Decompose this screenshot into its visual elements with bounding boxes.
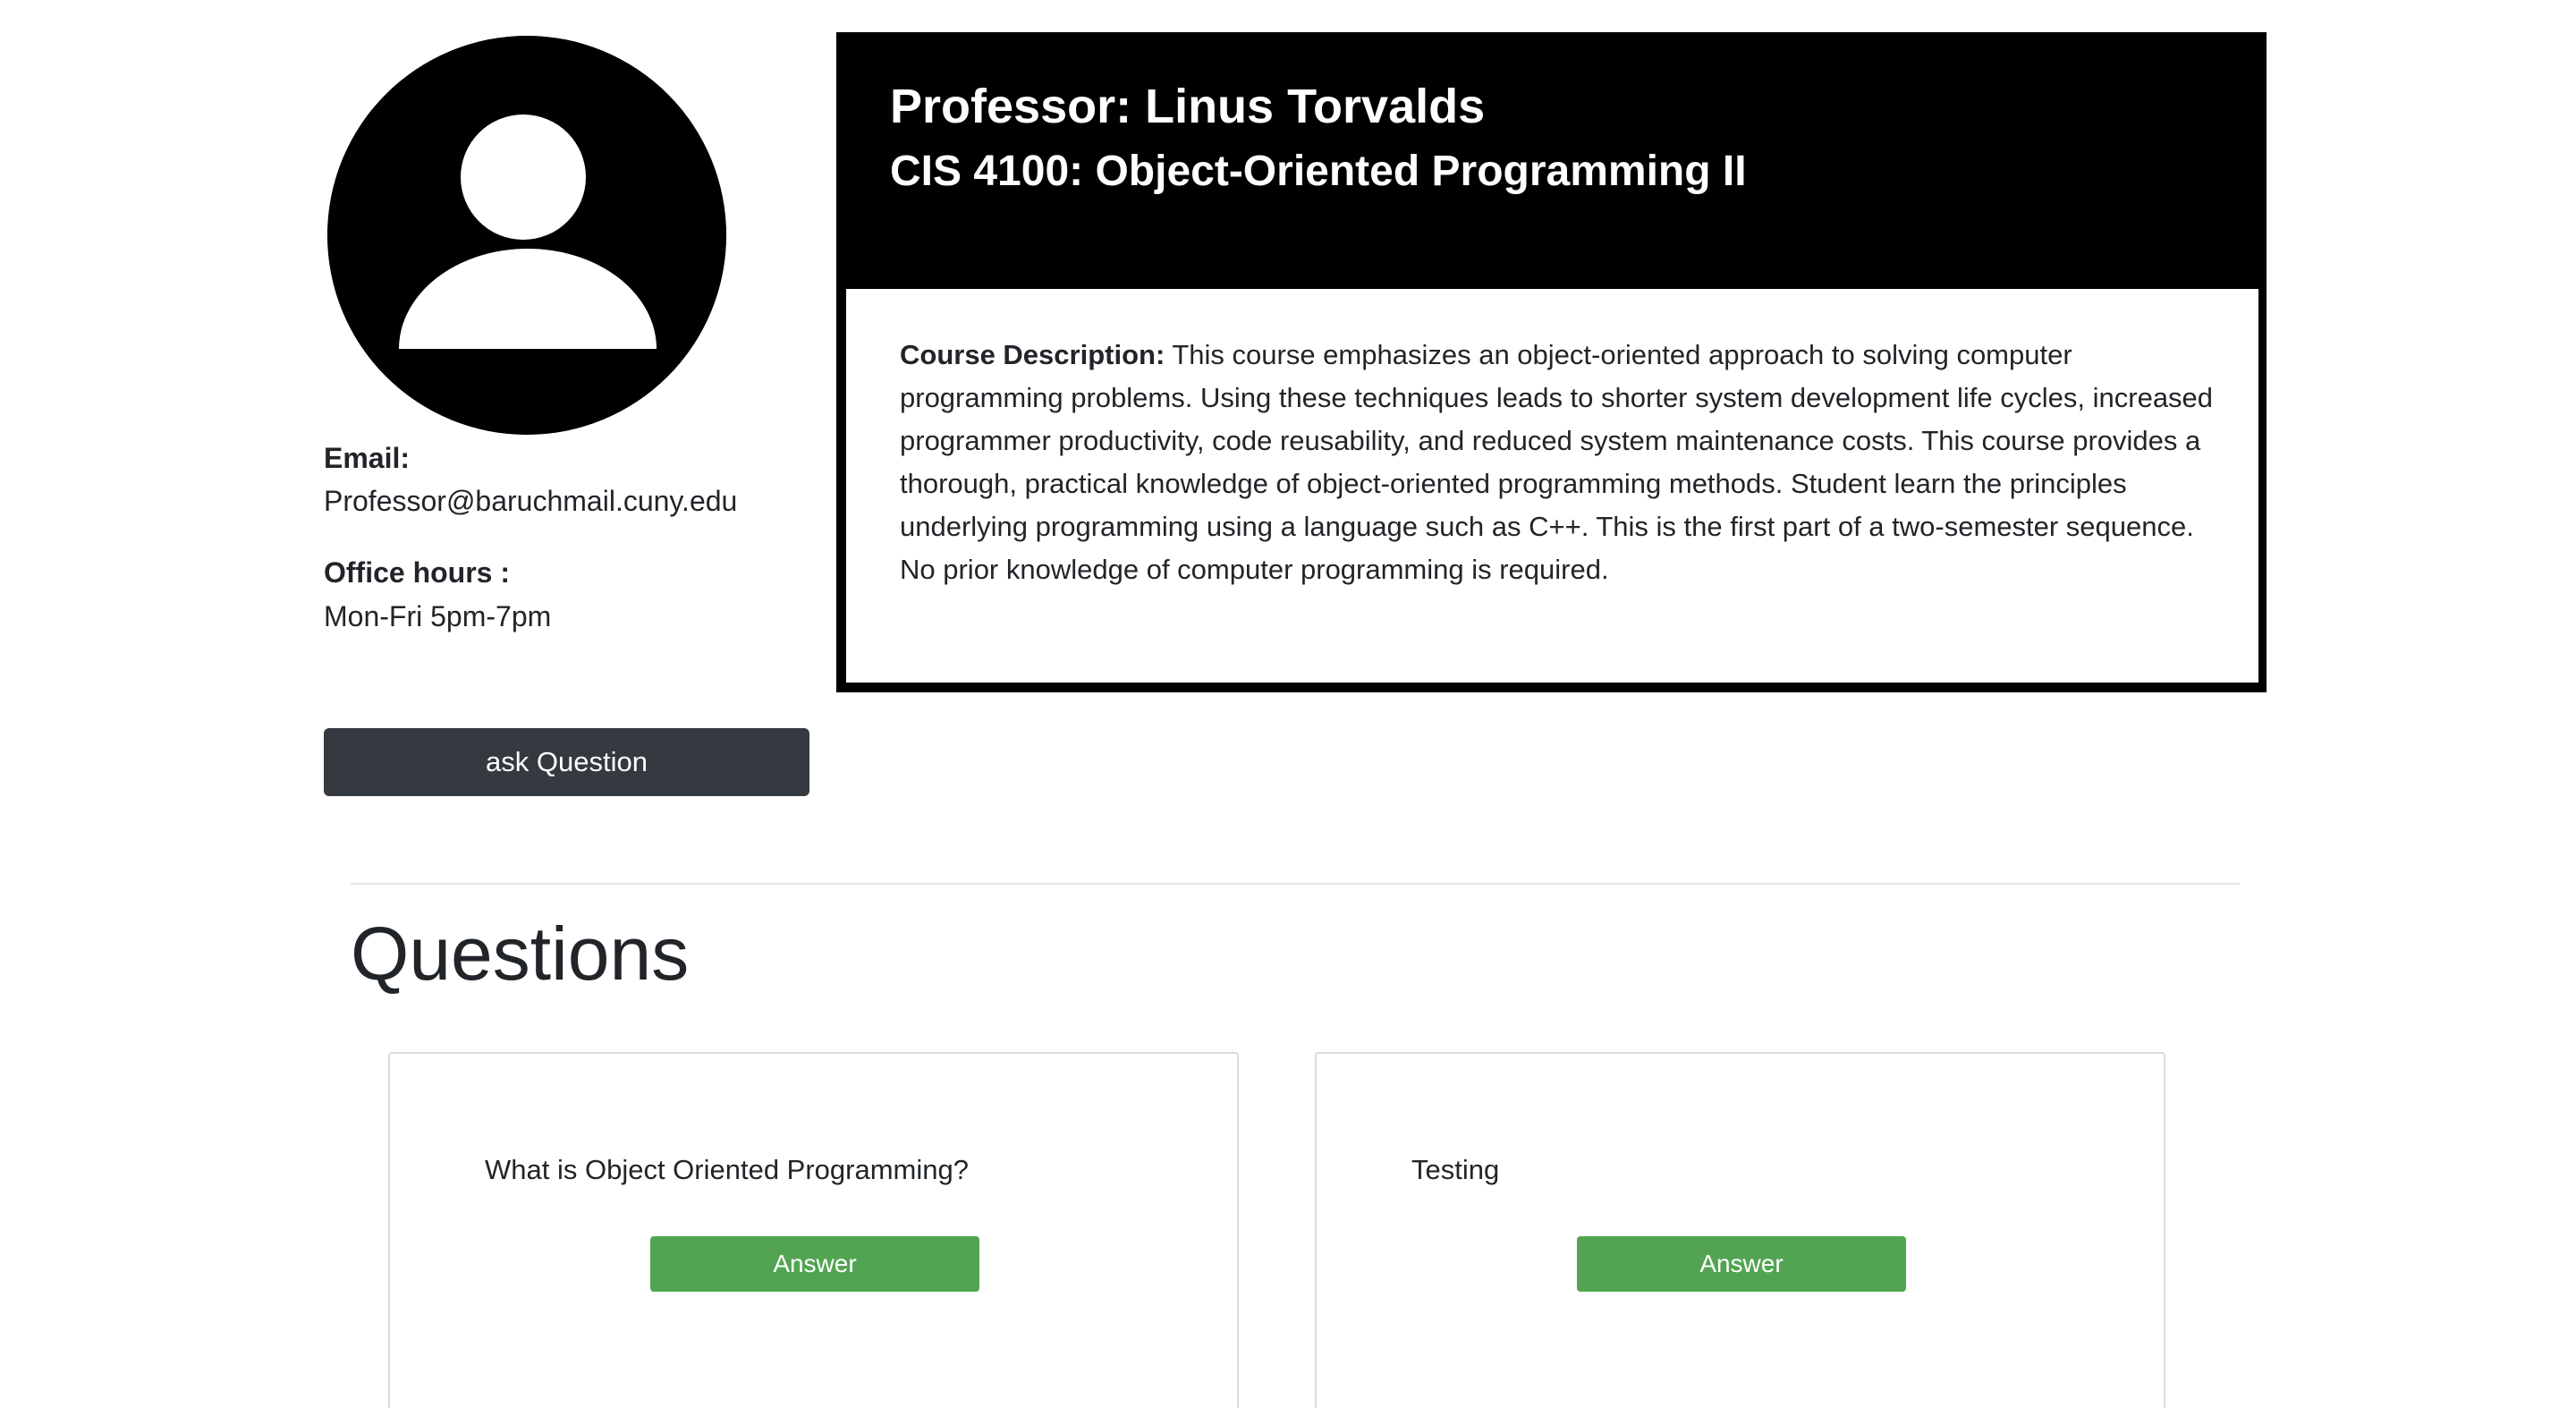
- course-title: CIS 4100: Object-Oriented Programming II: [890, 148, 1747, 195]
- course-header: Professor: Linus Torvalds CIS 4100: Obje…: [890, 82, 2231, 193]
- ask-question-button[interactable]: ask Question: [324, 728, 809, 796]
- email-value: Professor@baruchmail.cuny.edu: [324, 485, 738, 517]
- answer-button[interactable]: Answer: [650, 1236, 979, 1292]
- question-card: Testing Answer: [1315, 1052, 2165, 1408]
- course-description: Course Description: This course emphasiz…: [900, 334, 2214, 591]
- office-hours-label: Office hours :: [324, 556, 511, 589]
- questions-heading: Questions: [351, 912, 690, 996]
- question-card: What is Object Oriented Programming? Ans…: [388, 1052, 1239, 1408]
- question-text: Testing: [1411, 1154, 1500, 1185]
- office-hours-value: Mon-Fri 5pm-7pm: [324, 600, 552, 632]
- course-card: Professor: Linus Torvalds CIS 4100: Obje…: [836, 32, 2267, 692]
- answer-button[interactable]: Answer: [1577, 1236, 1906, 1292]
- course-description-panel: Course Description: This course emphasiz…: [846, 289, 2258, 683]
- section-divider: [351, 883, 2240, 885]
- email-label: Email:: [324, 442, 411, 474]
- professor-name: Professor: Linus Torvalds: [890, 80, 1486, 133]
- user-avatar-icon: [327, 36, 726, 435]
- course-description-label: Course Description:: [900, 339, 1165, 370]
- question-text: What is Object Oriented Programming?: [485, 1154, 969, 1185]
- professor-page: Email: Professor@baruchmail.cuny.edu Off…: [0, 0, 2576, 1408]
- course-description-text: This course emphasizes an object-oriente…: [900, 339, 2214, 585]
